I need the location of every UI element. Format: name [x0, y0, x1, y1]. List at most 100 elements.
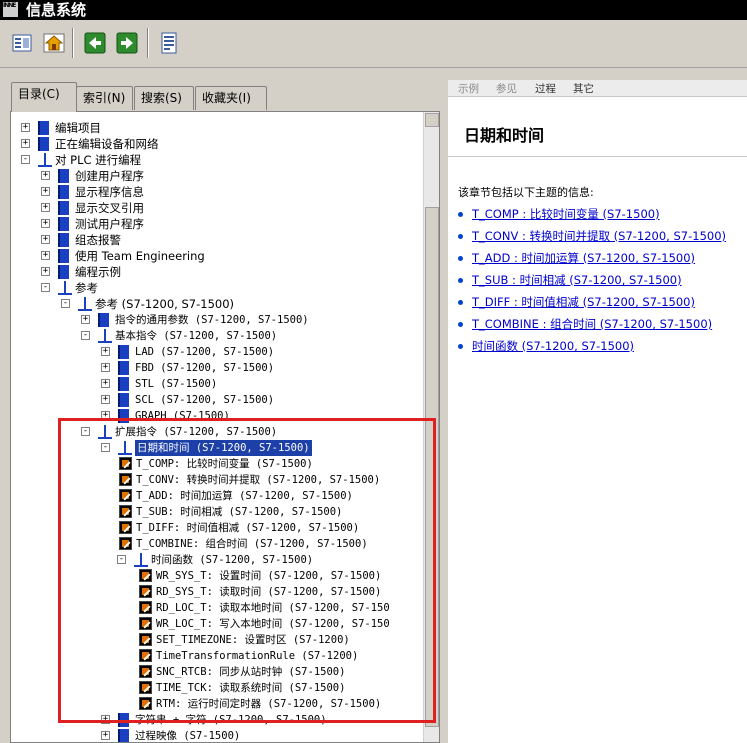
- tree-item-label: 指令的通用参数 (S7-1200, S7-1500): [115, 314, 309, 326]
- tree-item[interactable]: + 测试用户程序: [11, 216, 421, 232]
- tree-item[interactable]: + SCL (S7-1200, S7-1500): [11, 392, 421, 408]
- topic-link-label[interactable]: 时间函数 (S7-1200, S7-1500): [472, 339, 634, 353]
- expand-icon[interactable]: +: [21, 139, 30, 148]
- bullet-icon: [458, 212, 463, 217]
- tree-item[interactable]: + 指令的通用参数 (S7-1200, S7-1500): [11, 312, 421, 328]
- collapse-icon[interactable]: -: [81, 331, 90, 340]
- book-icon: [118, 393, 129, 407]
- expand-icon[interactable]: +: [41, 251, 50, 260]
- tree-item-label: 测试用户程序: [75, 217, 144, 231]
- window-title: 信息系统: [26, 1, 87, 19]
- expand-icon[interactable]: +: [41, 203, 50, 212]
- tree-item[interactable]: + 创建用户程序: [11, 168, 421, 184]
- tree-item-label: 对 PLC 进行编程: [55, 153, 142, 167]
- tree-item[interactable]: + 编程示例: [11, 264, 421, 280]
- book-icon: [58, 169, 69, 183]
- bullet-icon: [458, 256, 463, 261]
- topic-link[interactable]: T_SUB : 时间相减 (S7-1200, S7-1500): [458, 272, 682, 288]
- book-icon: [118, 377, 129, 391]
- expand-icon[interactable]: +: [41, 171, 50, 180]
- topic-link-label[interactable]: T_SUB : 时间相减 (S7-1200, S7-1500): [472, 273, 682, 287]
- tab-procedures[interactable]: 过程: [535, 81, 556, 96]
- topic-link-label[interactable]: T_DIFF : 时间值相减 (S7-1200, S7-1500): [472, 295, 695, 309]
- expand-icon[interactable]: +: [21, 123, 30, 132]
- book-icon: [58, 249, 69, 263]
- expand-icon[interactable]: +: [81, 315, 90, 324]
- back-icon[interactable]: [83, 31, 107, 55]
- tree-item-label: 编辑项目: [55, 121, 101, 135]
- tree-item[interactable]: + 组态报警: [11, 232, 421, 248]
- topic-link[interactable]: T_ADD : 时间加运算 (S7-1200, S7-1500): [458, 250, 695, 266]
- tab-index[interactable]: 索引(N): [76, 86, 133, 110]
- tree-item[interactable]: + 正在编辑设备和网络: [11, 136, 421, 152]
- expand-icon[interactable]: +: [101, 731, 110, 740]
- book-icon: [38, 121, 49, 135]
- topic-link[interactable]: T_CONV : 转换时间并提取 (S7-1200, S7-1500): [458, 228, 726, 244]
- tree-item[interactable]: + LAD (S7-1200, S7-1500): [11, 344, 421, 360]
- book-icon: [58, 201, 69, 215]
- highlight-box: [58, 418, 436, 723]
- open-book-icon: [78, 297, 92, 311]
- bullet-icon: [458, 234, 463, 239]
- topic-link[interactable]: 时间函数 (S7-1200, S7-1500): [458, 338, 634, 354]
- tree-item[interactable]: - 对 PLC 进行编程: [11, 152, 421, 168]
- tree-item-label: 创建用户程序: [75, 169, 144, 183]
- tab-search[interactable]: 搜索(S): [134, 86, 194, 110]
- expand-icon[interactable]: +: [41, 267, 50, 276]
- tree-item-label: STL (S7-1500): [135, 378, 218, 390]
- tree-item-label: 参考 (S7-1200, S7-1500): [95, 297, 235, 311]
- book-icon: [58, 185, 69, 199]
- expand-icon[interactable]: +: [41, 187, 50, 196]
- tree-item[interactable]: - 参考: [11, 280, 421, 296]
- tab-contents[interactable]: 目录(C): [11, 82, 77, 112]
- bullet-icon: [458, 344, 463, 349]
- topic-link-label[interactable]: T_CONV : 转换时间并提取 (S7-1200, S7-1500): [472, 229, 726, 243]
- bullet-icon: [458, 278, 463, 283]
- tab-favorites[interactable]: 收藏夹(I): [195, 86, 267, 110]
- intro-text: 该章节包括以下主题的信息:: [458, 186, 594, 199]
- tree-item[interactable]: - 参考 (S7-1200, S7-1500): [11, 296, 421, 312]
- tree-item[interactable]: + 显示交叉引用: [11, 200, 421, 216]
- app-icon: INNE: [3, 2, 18, 17]
- topic-link-label[interactable]: T_COMP : 比较时间变量 (S7-1500): [472, 207, 660, 221]
- tree-item[interactable]: + 编辑项目: [11, 120, 421, 136]
- tree-item[interactable]: + 显示程序信息: [11, 184, 421, 200]
- expand-icon[interactable]: +: [41, 235, 50, 244]
- tree-item[interactable]: + 过程映像 (S7-1500): [11, 728, 421, 742]
- collapse-icon[interactable]: -: [41, 283, 50, 292]
- expand-icon[interactable]: +: [101, 347, 110, 356]
- tree-item[interactable]: + 使用 Team Engineering: [11, 248, 421, 264]
- tree-item-label: 基本指令 (S7-1200, S7-1500): [115, 330, 278, 342]
- expand-icon[interactable]: +: [101, 363, 110, 372]
- collapse-icon[interactable]: -: [21, 155, 30, 164]
- tree-item-label: 使用 Team Engineering: [75, 249, 205, 263]
- topic-link[interactable]: T_DIFF : 时间值相减 (S7-1200, S7-1500): [458, 294, 695, 310]
- expand-icon[interactable]: +: [101, 379, 110, 388]
- content-panel: 示例 参见 过程 其它 日期和时间 该章节包括以下主题的信息: T_COMP :…: [448, 80, 747, 743]
- topic-link-label[interactable]: T_ADD : 时间加运算 (S7-1200, S7-1500): [472, 251, 695, 265]
- page-title: 日期和时间: [464, 126, 545, 145]
- topic-link[interactable]: T_COMP : 比较时间变量 (S7-1500): [458, 206, 660, 222]
- scroll-up-icon[interactable]: [425, 113, 439, 127]
- bullet-icon: [458, 300, 463, 305]
- book-icon: [58, 217, 69, 231]
- forward-icon[interactable]: [115, 31, 139, 55]
- expand-icon[interactable]: +: [101, 395, 110, 404]
- tree-item-label: 编程示例: [75, 265, 121, 279]
- tree-item[interactable]: + STL (S7-1500): [11, 376, 421, 392]
- collapse-icon[interactable]: -: [61, 299, 70, 308]
- book-icon: [58, 265, 69, 279]
- tree-item-label: 显示交叉引用: [75, 201, 144, 215]
- tree-item-label: FBD (S7-1200, S7-1500): [135, 362, 275, 374]
- tree-item[interactable]: - 基本指令 (S7-1200, S7-1500): [11, 328, 421, 344]
- tree-item-label: 显示程序信息: [75, 185, 144, 199]
- bullet-icon: [458, 322, 463, 327]
- expand-icon[interactable]: +: [41, 219, 50, 228]
- tree-item[interactable]: + FBD (S7-1200, S7-1500): [11, 360, 421, 376]
- topic-link-label[interactable]: T_COMBINE : 组合时间 (S7-1200, S7-1500): [472, 317, 712, 331]
- topic-link[interactable]: T_COMBINE : 组合时间 (S7-1200, S7-1500): [458, 316, 712, 332]
- contents-icon[interactable]: [10, 31, 34, 55]
- print-icon[interactable]: [157, 31, 181, 55]
- tab-other[interactable]: 其它: [573, 81, 594, 96]
- home-icon[interactable]: [42, 31, 66, 55]
